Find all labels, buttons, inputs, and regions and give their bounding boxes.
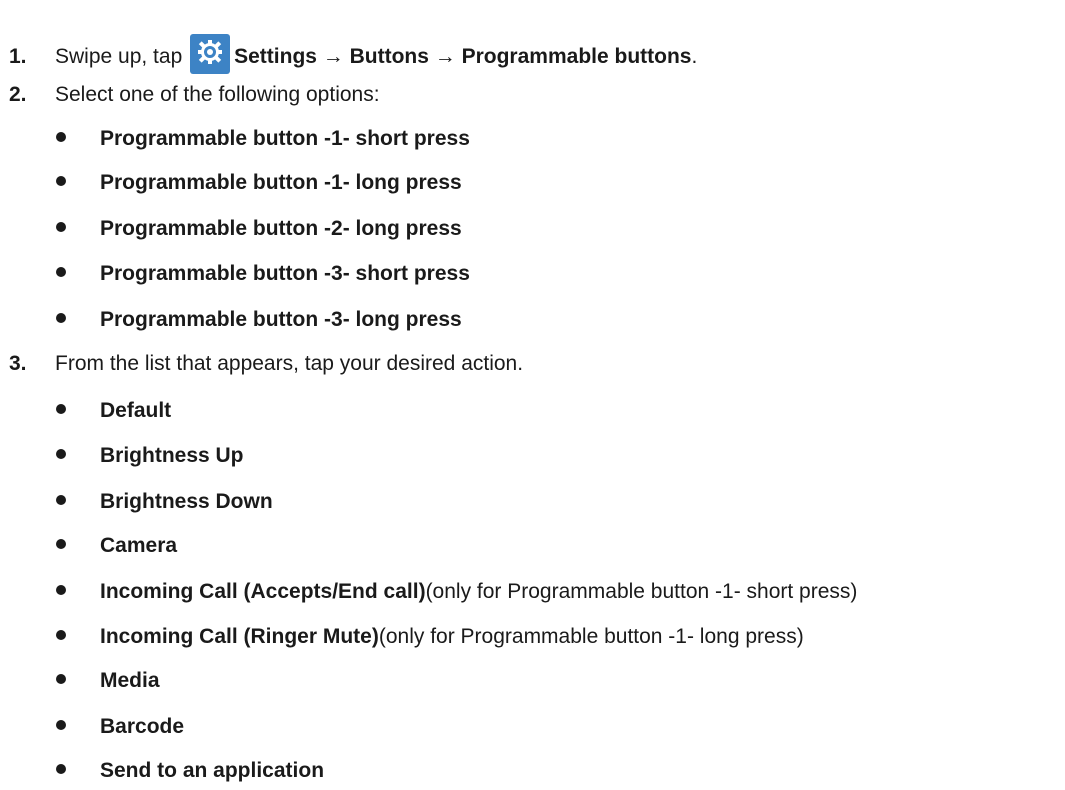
bullet-icon [56, 404, 66, 415]
bullet-icon [56, 539, 66, 550]
option-label: Programmable button -3- short press [100, 262, 470, 285]
step-1-suffix: . [691, 45, 698, 68]
action-label: Brightness Up [100, 444, 244, 467]
action-label: Barcode [100, 715, 185, 738]
list-item: Camera [56, 531, 177, 561]
settings-path: Settings → Buttons → Programmable button… [234, 45, 692, 68]
step-number: 3. [9, 352, 27, 375]
list-item: Programmable button -1- long press [56, 168, 462, 198]
action-label: Default [100, 399, 172, 422]
bullet-icon [56, 764, 66, 775]
action-label: Brightness Down [100, 490, 273, 513]
list-item: Media [56, 666, 160, 696]
step-3-text: From the list that appears, tap your des… [55, 352, 524, 375]
action-label: Incoming Call (Accepts/End call) [100, 580, 426, 603]
step-2: 2. Select one of the following options: [9, 80, 380, 110]
option-label: Programmable button -3- long press [100, 308, 462, 331]
action-label: Incoming Call (Ringer Mute) [100, 625, 379, 648]
action-note: (only for Programmable button -1- short … [425, 580, 858, 603]
bullet-icon [56, 585, 66, 596]
bullet-icon [56, 495, 66, 506]
step-2-text: Select one of the following options: [55, 83, 380, 106]
bullet-icon [56, 267, 66, 278]
bullet-icon [56, 720, 66, 731]
step-number: 1. [9, 45, 27, 68]
list-item: Programmable button -3- short press [56, 259, 470, 289]
list-item: Brightness Up [56, 441, 244, 471]
step-1: 1. Swipe up, tap Settings → Buttons → Pro… [9, 32, 697, 74]
action-label: Send to an application [100, 759, 325, 782]
list-item: Incoming Call (Accepts/End call)(only fo… [56, 577, 857, 607]
settings-gear-icon [190, 34, 231, 74]
list-item: Programmable button -1- short press [56, 124, 470, 154]
list-item: Default [56, 396, 171, 426]
step-number: 2. [9, 83, 27, 106]
option-label: Programmable button -1- long press [100, 171, 462, 194]
option-label: Programmable button -2- long press [100, 217, 462, 240]
list-item: Brightness Down [56, 487, 273, 517]
list-item: Programmable button -3- long press [56, 305, 462, 335]
bullet-icon [56, 176, 66, 187]
list-item: Programmable button -2- long press [56, 214, 462, 244]
list-item: Barcode [56, 712, 184, 742]
option-label: Programmable button -1- short press [100, 127, 470, 150]
bullet-icon [56, 674, 66, 685]
step-1-prefix: Swipe up, tap [55, 45, 183, 68]
step-3: 3. From the list that appears, tap your d… [9, 349, 523, 379]
bullet-icon [56, 630, 66, 641]
bullet-icon [56, 313, 66, 324]
action-note: (only for Programmable button -1- long p… [378, 625, 804, 648]
list-item: Incoming Call (Ringer Mute)(only for Pro… [56, 622, 804, 652]
bullet-icon [56, 132, 66, 143]
bullet-icon [56, 222, 66, 233]
list-item: Send to an application [56, 756, 324, 786]
bullet-icon [56, 449, 66, 460]
action-label: Camera [100, 534, 178, 557]
action-label: Media [100, 669, 160, 692]
